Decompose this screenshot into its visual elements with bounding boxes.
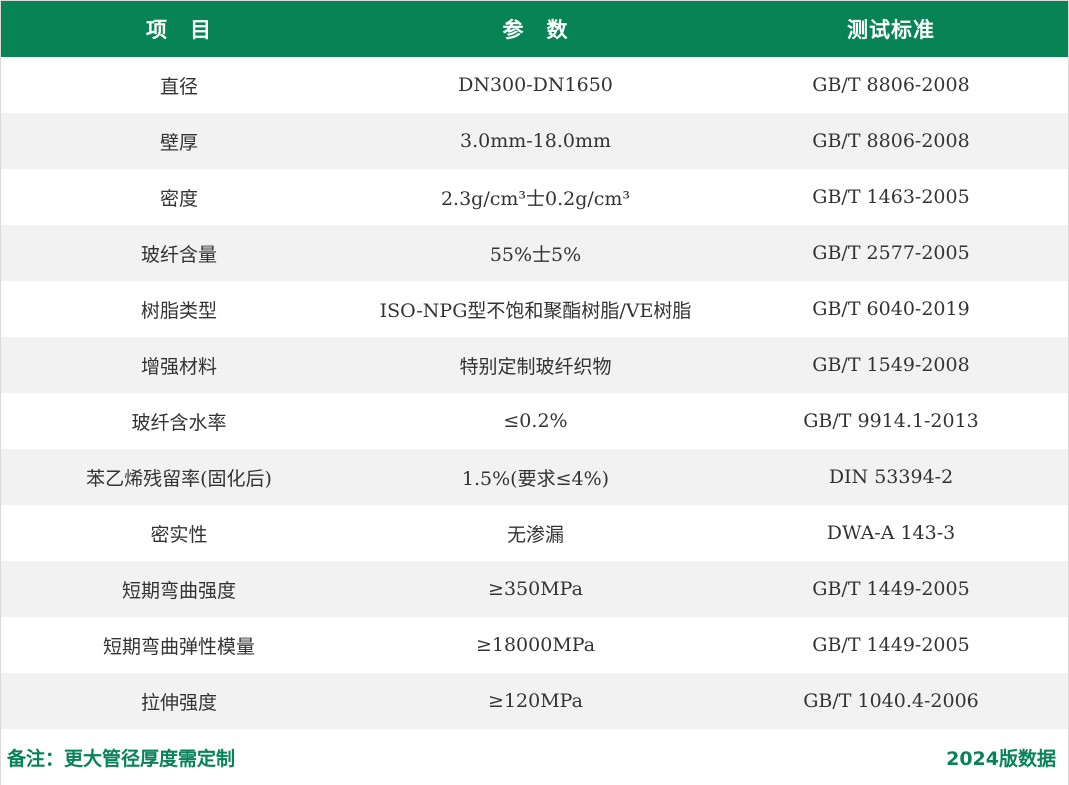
row-item: 密度 [159,187,198,210]
row-standard: GB/T 6040-2019 [812,298,970,320]
table-row: 密实性 无渗漏 DWA-A 143-3 [1,505,1068,561]
row-parameter: ISO-NPG型不饱和聚酯树脂/VE树脂 [379,299,692,322]
row-standard: DWA-A 143-3 [826,522,956,544]
row-standard: GB/T 1040.4-2006 [803,690,979,712]
row-parameter: DN300-DN1650 [458,74,613,96]
row-standard: GB/T 1549-2008 [812,354,970,376]
table-row: 短期弯曲弹性模量 ≥18000MPa GB/T 1449-2005 [1,617,1068,673]
row-standard: DIN 53394-2 [828,466,954,488]
row-item: 玻纤含量 [140,243,217,266]
row-item: 苯乙烯残留率(固化后) [86,467,272,490]
row-parameter: 3.0mm-18.0mm [459,130,611,152]
row-parameter: ≥18000MPa [475,634,596,656]
table-row: 树脂类型 ISO-NPG型不饱和聚酯树脂/VE树脂 GB/T 6040-2019 [1,281,1068,337]
row-parameter: 1.5%(要求≤4%) [461,467,610,490]
row-standard: GB/T 2577-2005 [812,242,970,264]
table-row: 拉伸强度 ≥120MPa GB/T 1040.4-2006 [1,673,1068,729]
table-row: 密度 2.3g/cm³士0.2g/cm³ GB/T 1463-2005 [1,169,1068,225]
table-row: 玻纤含水率 ≤0.2% GB/T 9914.1-2013 [1,393,1068,449]
table-row: 玻纤含量 55%士5% GB/T 2577-2005 [1,225,1068,281]
row-item: 拉伸强度 [140,691,217,714]
row-standard: GB/T 1449-2005 [812,578,970,600]
header-item: 项 目 [146,18,212,42]
row-item: 短期弯曲强度 [121,579,236,602]
table-header-row: 项 目 参 数 测试标准 [1,1,1068,57]
row-item: 短期弯曲弹性模量 [102,635,255,658]
row-standard: GB/T 9914.1-2013 [803,410,979,432]
row-item: 玻纤含水率 [131,411,227,434]
row-parameter: ≥120MPa [488,690,583,712]
spec-table: 项 目 参 数 测试标准 直径 DN300-DN1650 GB/T 8806-2… [1,1,1068,729]
row-item: 密实性 [150,523,208,546]
table-row: 苯乙烯残留率(固化后) 1.5%(要求≤4%) DIN 53394-2 [1,449,1068,505]
row-standard: GB/T 8806-2008 [812,130,970,152]
table-row: 增强材料 特别定制玻纤织物 GB/T 1549-2008 [1,337,1068,393]
footer-note: 备注：更大管径厚度需定制 [7,747,236,770]
row-standard: GB/T 1463-2005 [812,186,970,208]
table-row: 短期弯曲强度 ≥350MPa GB/T 1449-2005 [1,561,1068,617]
row-standard: GB/T 1449-2005 [812,634,970,656]
table-row: 直径 DN300-DN1650 GB/T 8806-2008 [1,57,1068,113]
row-parameter: 55%士5% [489,243,582,266]
footer-version: 2024版数据 [946,747,1056,770]
row-parameter: 无渗漏 [506,523,564,546]
row-item: 增强材料 [140,355,217,378]
spec-sheet: 项 目 参 数 测试标准 直径 DN300-DN1650 GB/T 8806-2… [0,0,1069,785]
row-parameter: ≥350MPa [488,578,583,600]
row-standard: GB/T 8806-2008 [812,74,970,96]
row-item: 壁厚 [159,131,198,154]
table-row: 壁厚 3.0mm-18.0mm GB/T 8806-2008 [1,113,1068,169]
header-test-standard: 测试标准 [847,18,935,42]
row-parameter: ≤0.2% [503,410,568,432]
row-parameter: 2.3g/cm³士0.2g/cm³ [440,187,631,210]
row-item: 直径 [159,75,198,98]
table-footer: 备注：更大管径厚度需定制 2024版数据 [1,729,1068,785]
row-parameter: 特别定制玻纤织物 [459,355,612,378]
header-parameter: 参 数 [502,18,569,42]
row-item: 树脂类型 [140,299,217,322]
